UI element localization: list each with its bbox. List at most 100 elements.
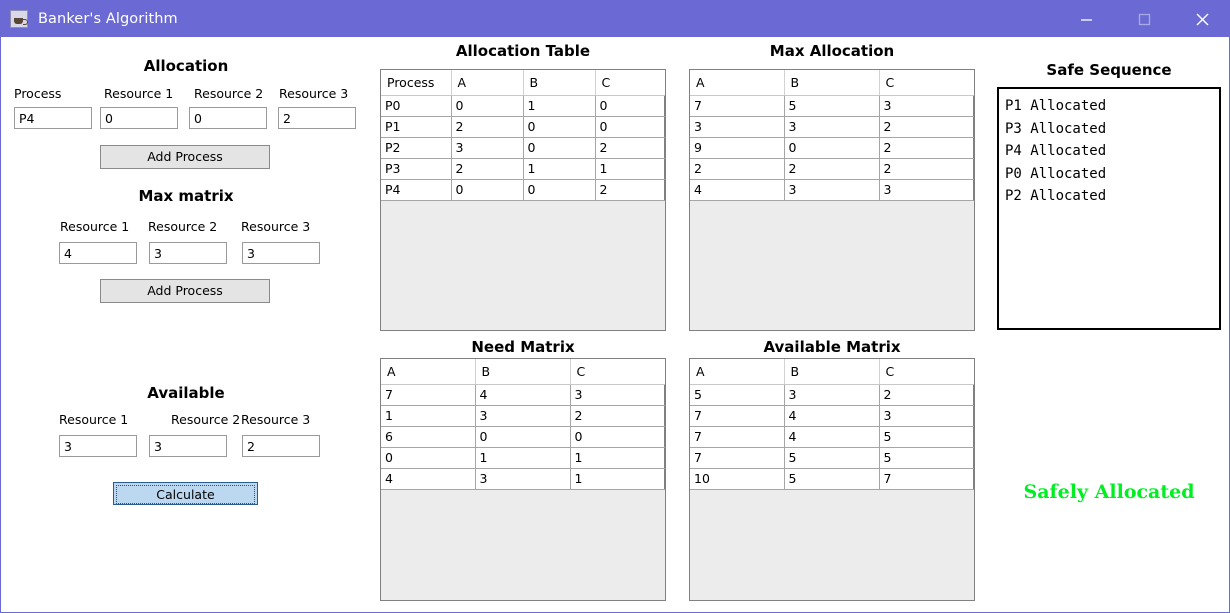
available-matrix-table[interactable]: ABC 5 3 2 7 4 3 7 4 5 7 5 5 10 5 7 <box>690 359 974 490</box>
table-cell[interactable]: 0 <box>784 137 880 159</box>
table-cell[interactable]: 5 <box>879 447 974 469</box>
column-header[interactable]: B <box>475 359 571 385</box>
table-cell[interactable]: 5 <box>784 468 880 490</box>
max-input-resource3[interactable] <box>242 242 320 264</box>
table-cell[interactable]: 5 <box>690 384 785 406</box>
table-row[interactable]: 743 <box>690 405 974 427</box>
table-cell[interactable]: 2 <box>784 158 880 180</box>
table-cell[interactable]: 7 <box>690 447 785 469</box>
table-cell[interactable]: 7 <box>690 426 785 448</box>
table-cell[interactable]: 1 <box>475 447 571 469</box>
table-row[interactable]: 600 <box>381 426 665 448</box>
table-cell[interactable]: 3 <box>879 179 974 201</box>
minimize-button[interactable] <box>1057 1 1115 37</box>
need-table-panel[interactable]: ABC 743132600011431 <box>380 358 666 601</box>
table-cell[interactable]: 4 <box>381 468 476 490</box>
table-row[interactable]: P2 3 0 2 <box>381 137 665 159</box>
maximize-button[interactable] <box>1115 1 1173 37</box>
column-header[interactable]: C <box>570 359 665 385</box>
column-header[interactable]: C <box>879 70 974 96</box>
allocation-input-resource2[interactable] <box>189 107 267 129</box>
table-cell[interactable]: 1 <box>381 405 476 427</box>
table-cell[interactable]: 4 <box>784 405 880 427</box>
available-input-resource3[interactable] <box>242 435 320 457</box>
table-row[interactable]: 753 <box>690 95 974 117</box>
max-input-resource2[interactable] <box>149 242 227 264</box>
table-cell[interactable]: P1 <box>381 116 452 138</box>
table-row[interactable]: 222 <box>690 158 974 180</box>
table-cell[interactable]: 3 <box>475 405 571 427</box>
table-cell[interactable]: 0 <box>475 426 571 448</box>
table-row[interactable]: P0 0 1 0 <box>381 95 665 117</box>
table-cell[interactable]: 7 <box>690 95 785 117</box>
table-cell[interactable]: 9 <box>690 137 785 159</box>
table-cell[interactable]: 7 <box>879 468 974 490</box>
table-cell[interactable]: 1 <box>523 95 596 117</box>
table-cell[interactable]: 2 <box>595 137 665 159</box>
column-header[interactable]: A <box>381 359 476 385</box>
close-button[interactable] <box>1173 1 1229 37</box>
max-input-resource1[interactable] <box>59 242 137 264</box>
table-row[interactable]: 755 <box>690 447 974 469</box>
column-header[interactable]: C <box>879 359 974 385</box>
allocation-add-process-button[interactable]: Add Process <box>100 145 270 169</box>
table-cell[interactable]: 2 <box>451 158 524 180</box>
available-table-panel[interactable]: ABC 5 3 2 7 4 3 7 4 5 7 5 5 10 5 7 <box>689 358 975 601</box>
calculate-button[interactable]: Calculate <box>113 482 258 505</box>
column-header[interactable]: A <box>690 359 785 385</box>
table-cell[interactable]: 1 <box>570 468 665 490</box>
table-cell[interactable]: 7 <box>690 405 785 427</box>
table-cell[interactable]: 1 <box>570 447 665 469</box>
table-cell[interactable]: 0 <box>451 95 524 117</box>
table-cell[interactable]: 3 <box>784 179 880 201</box>
table-cell[interactable]: 0 <box>595 116 665 138</box>
table-row[interactable]: 011 <box>381 447 665 469</box>
table-cell[interactable]: P2 <box>381 137 452 159</box>
column-header[interactable]: A <box>451 70 524 96</box>
column-header[interactable]: C <box>595 70 665 96</box>
table-cell[interactable]: 1 <box>523 158 596 180</box>
table-cell[interactable]: 2 <box>690 158 785 180</box>
table-row[interactable]: P1 2 0 0 <box>381 116 665 138</box>
table-row[interactable]: 10 5 7 <box>690 468 974 490</box>
table-cell[interactable]: 3 <box>451 137 524 159</box>
table-cell[interactable]: 4 <box>475 384 571 406</box>
table-row[interactable]: 745 <box>690 426 974 448</box>
table-cell[interactable]: 0 <box>570 426 665 448</box>
allocation-input-resource1[interactable] <box>100 107 178 129</box>
table-cell[interactable]: 0 <box>523 179 596 201</box>
table-cell[interactable]: 1 <box>595 158 665 180</box>
table-cell[interactable]: 3 <box>879 95 974 117</box>
table-cell[interactable]: 2 <box>879 116 974 138</box>
table-cell[interactable]: 4 <box>784 426 880 448</box>
table-row[interactable]: 433 <box>690 179 974 201</box>
column-header[interactable]: Process <box>381 70 452 96</box>
table-row[interactable]: 902 <box>690 137 974 159</box>
table-cell[interactable]: 3 <box>570 384 665 406</box>
available-input-resource1[interactable] <box>59 435 137 457</box>
table-row[interactable]: 532 <box>690 384 974 406</box>
table-cell[interactable]: 7 <box>381 384 476 406</box>
table-cell[interactable]: 2 <box>879 158 974 180</box>
allocation-table-panel[interactable]: Process A B C P0 0 1 0 P1 2 0 0 P2 3 0 2 P3 2 1 1 P4 0 0 2 <box>380 69 666 331</box>
table-cell[interactable]: 0 <box>595 95 665 117</box>
table-cell[interactable]: 2 <box>451 116 524 138</box>
table-cell[interactable]: 2 <box>595 179 665 201</box>
table-cell[interactable]: 4 <box>690 179 785 201</box>
table-row[interactable]: 431 <box>381 468 665 490</box>
table-cell[interactable]: 3 <box>879 405 974 427</box>
table-row[interactable]: P4 0 0 2 <box>381 179 665 201</box>
table-row[interactable]: 743 <box>381 384 665 406</box>
table-cell[interactable]: 3 <box>475 468 571 490</box>
allocation-table[interactable]: Process A B C P0 0 1 0 P1 2 0 0 P2 3 0 2 P3 2 1 1 P4 0 0 2 <box>381 70 665 201</box>
table-cell[interactable]: 3 <box>784 384 880 406</box>
table-cell[interactable]: 0 <box>523 137 596 159</box>
table-cell[interactable]: 5 <box>879 426 974 448</box>
safe-sequence-output[interactable]: P1 Allocated P3 Allocated P4 Allocated P0 A… <box>997 87 1221 330</box>
table-cell[interactable]: 2 <box>570 405 665 427</box>
column-header[interactable]: B <box>784 359 880 385</box>
max-add-process-button[interactable]: Add Process <box>100 279 270 303</box>
table-cell[interactable]: 0 <box>523 116 596 138</box>
table-row[interactable]: 332 <box>690 116 974 138</box>
table-cell[interactable]: 0 <box>381 447 476 469</box>
